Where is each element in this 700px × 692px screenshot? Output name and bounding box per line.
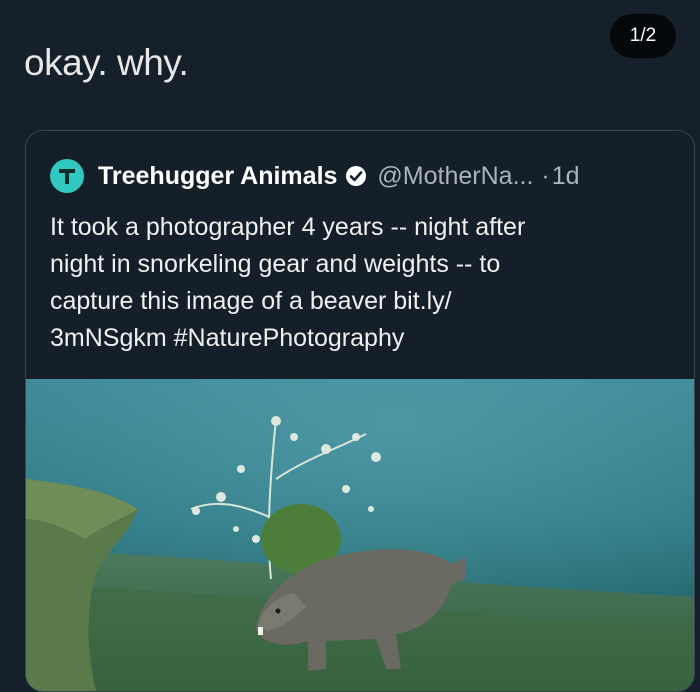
author-handle[interactable]: @MotherNa...: [377, 162, 533, 191]
page-counter: 1/2: [610, 14, 676, 58]
post-text: okay. why.: [24, 42, 189, 83]
tweet-text-line[interactable]: capture this image of a beaver bit.ly/: [50, 283, 670, 320]
tweet-text-line: It took a photographer 4 years -- night …: [50, 213, 526, 241]
tweet-text-line: night in snorkeling gear and weights -- …: [50, 250, 501, 278]
treehugger-logo-icon[interactable]: [50, 159, 84, 193]
quoted-tweet-text: It took a photographer 4 years -- night …: [50, 209, 670, 357]
author-name[interactable]: Treehugger Animals: [98, 162, 337, 191]
beaver-photo[interactable]: [26, 379, 694, 691]
verified-badge-icon: [345, 165, 367, 187]
dot-separator: ·: [541, 161, 550, 190]
tweet-text-line[interactable]: 3mNSgkm #NaturePhotography: [50, 320, 670, 357]
quoted-tweet-card[interactable]: Treehugger Animals @MotherNa... · 1d It …: [25, 130, 695, 692]
timestamp[interactable]: 1d: [552, 162, 580, 191]
quoted-tweet-header: Treehugger Animals @MotherNa... · 1d: [50, 159, 580, 193]
